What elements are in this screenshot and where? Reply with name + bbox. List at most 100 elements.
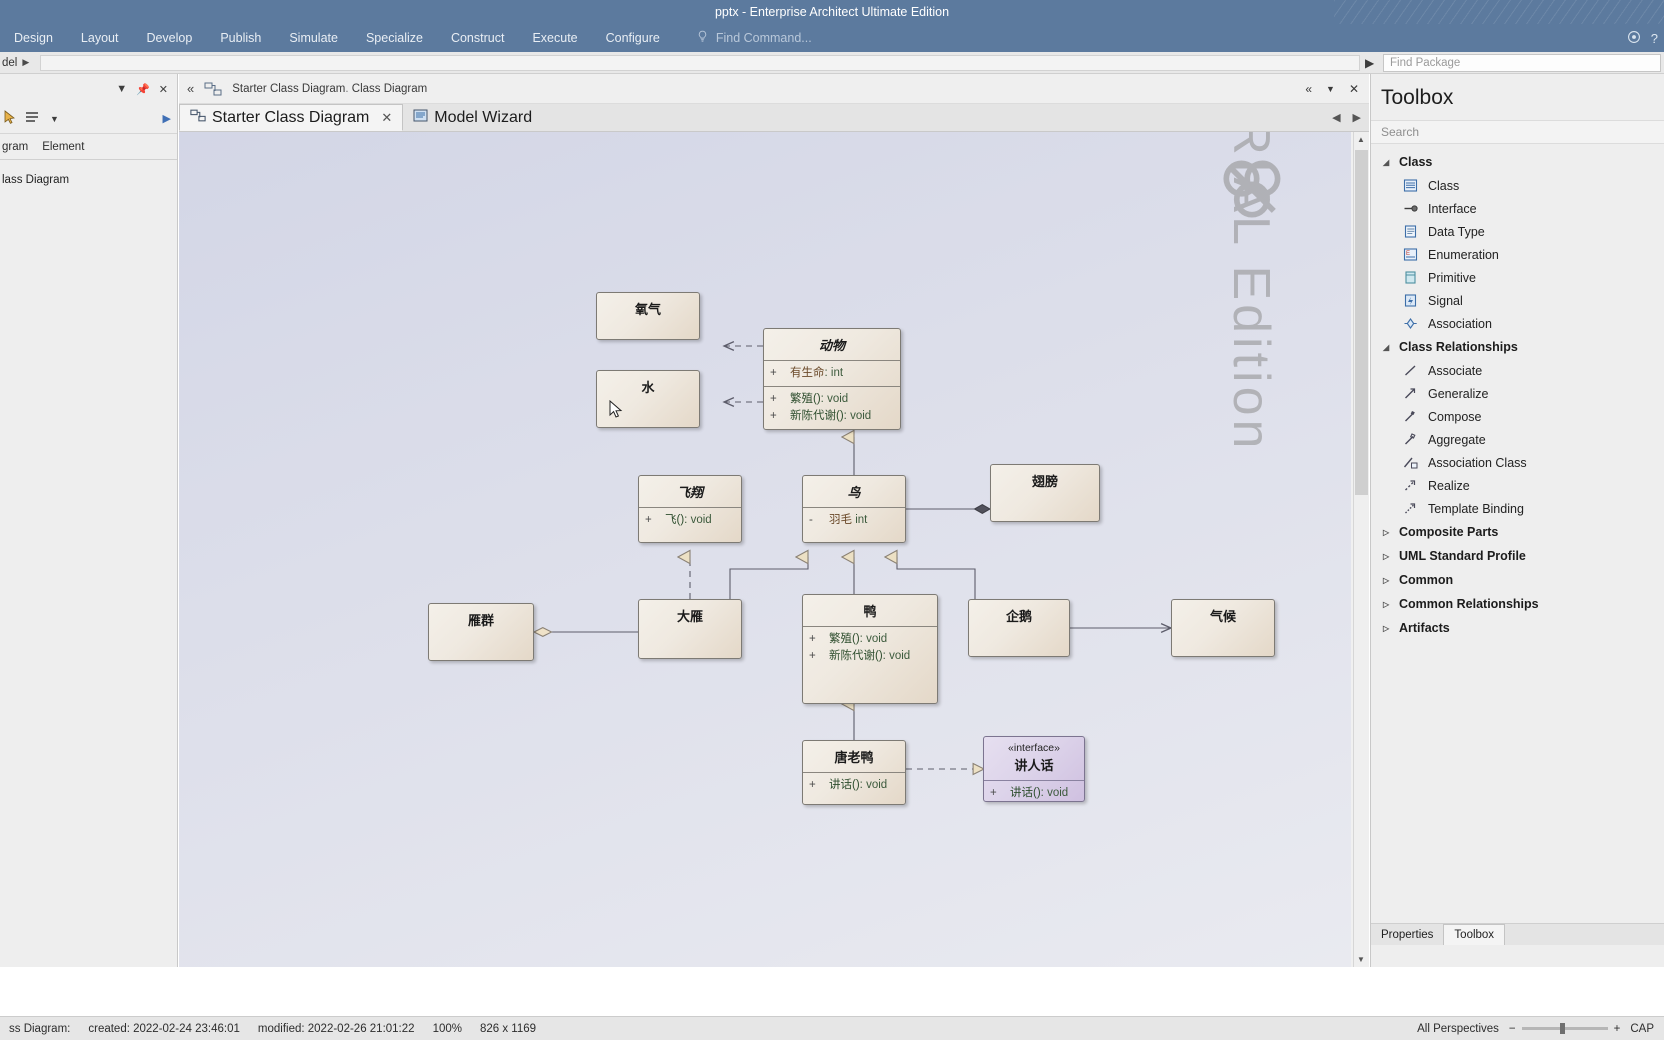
triangle-down-icon: ◢ [1383, 342, 1390, 352]
uml-class-企鹅[interactable]: 企鹅 [968, 599, 1070, 657]
canvas-vertical-scrollbar[interactable]: ▲ ▼ [1353, 132, 1369, 967]
play-right-icon[interactable]: ▶ [163, 112, 177, 125]
chevron-down-icon[interactable]: ▼ [50, 114, 59, 124]
uml-class-鸭[interactable]: 鸭 + 繁殖(): void + 新陈代谢(): void [802, 594, 938, 704]
toolbox-group-artifacts[interactable]: ▷ Artifacts [1371, 616, 1664, 640]
strip-trackbar[interactable] [40, 55, 1360, 71]
ribbon-item-publish[interactable]: Publish [206, 24, 275, 52]
play-icon[interactable]: ▶ [1365, 56, 1374, 70]
toolbox-item-primitive[interactable]: Primitive [1371, 266, 1664, 289]
help-icon[interactable]: ? [1651, 31, 1658, 46]
model-path-text: del [2, 56, 18, 69]
chevron-double-left-icon[interactable]: « [179, 81, 204, 96]
eye-icon[interactable] [1627, 30, 1641, 47]
ribbon-item-layout[interactable]: Layout [67, 24, 133, 52]
uml-class-动物[interactable]: 动物 + 有生命: int + 繁殖(): void + 新陈代谢(): voi… [763, 328, 901, 430]
toolbox-search-input[interactable]: Search [1371, 120, 1664, 144]
uml-class-翅膀[interactable]: 翅膀 [990, 464, 1100, 522]
uml-class-氧气[interactable]: 氧气 [596, 292, 700, 340]
uml-class-大雁[interactable]: 大雁 [638, 599, 742, 659]
wizard-icon [413, 109, 428, 127]
triangle-down-icon: ◢ [1383, 157, 1390, 167]
find-command-box[interactable]: Find Command... [696, 30, 812, 46]
ribbon-item-simulate[interactable]: Simulate [275, 24, 352, 52]
ribbon-right-controls: ? [1627, 24, 1658, 52]
ribbon-item-construct[interactable]: Construct [437, 24, 519, 52]
chevron-left-icon[interactable]: ◀ [1332, 111, 1340, 124]
find-package-input[interactable]: Find Package [1383, 54, 1661, 72]
uml-class-唐老鸭[interactable]: 唐老鸭 + 讲话(): void [802, 740, 906, 805]
zoom-slider-knob[interactable] [1559, 1023, 1565, 1034]
caret-up-icon[interactable]: ▲ [1357, 135, 1365, 144]
class-name: 鸟 [847, 485, 861, 500]
close-icon[interactable]: ✕ [381, 110, 392, 126]
ribbon-item-design[interactable]: Design [0, 24, 67, 52]
toolbox-item-association[interactable]: Association [1371, 312, 1664, 335]
breadcrumb-diagram-name[interactable]: Starter Class Diagram [232, 83, 345, 95]
uml-class-气候[interactable]: 气候 [1171, 599, 1275, 657]
toolbox-group-class[interactable]: ◢ Class [1371, 150, 1664, 174]
ribbon-item-configure[interactable]: Configure [592, 24, 674, 52]
browser-tab-element[interactable]: Element [42, 141, 84, 153]
cursor-icon[interactable] [4, 110, 16, 127]
operation-type: void [866, 633, 888, 645]
toolbox-item-compose[interactable]: Compose [1371, 405, 1664, 428]
minus-icon[interactable]: − [1509, 1023, 1516, 1035]
visibility: + [809, 633, 816, 645]
uml-class-雁群[interactable]: 雁群 [428, 603, 534, 661]
tab-model-wizard[interactable]: Model Wizard [403, 104, 542, 131]
diagram-panel-titlebar: « Starter Class Diagram. Class Diagram «… [179, 74, 1369, 104]
close-icon[interactable]: ✕ [1349, 82, 1359, 96]
hamburger-menu-icon[interactable] [25, 111, 41, 126]
diagram-canvas[interactable]: TRIAL Edition 氧气 水 动物 + 有生命: int + 繁殖():… [179, 132, 1351, 967]
toolbox-item-generalize[interactable]: Generalize [1371, 382, 1664, 405]
toolbox-group-common-relationships[interactable]: ▷ Common Relationships [1371, 592, 1664, 616]
toolbox-item-enumeration[interactable]: E Enumeration [1371, 243, 1664, 266]
toolbox-item-associate[interactable]: Associate [1371, 359, 1664, 382]
browser-tab-diagram[interactable]: gram [2, 141, 28, 153]
zoom-slider-track[interactable] [1521, 1023, 1608, 1034]
uml-interface-讲人话[interactable]: «interface» 讲人话 + 讲话(): void [983, 736, 1085, 802]
chevron-down-icon[interactable]: ▼ [116, 83, 127, 95]
toolbox-item-aggregate[interactable]: Aggregate [1371, 428, 1664, 451]
toolbox-item-realize[interactable]: Realize [1371, 474, 1664, 497]
operation-name: 讲话() [1010, 787, 1041, 799]
toolbox-item-class[interactable]: Class [1371, 174, 1664, 197]
plus-icon[interactable]: + [1614, 1023, 1621, 1035]
chevron-double-left-icon[interactable]: « [1305, 82, 1312, 96]
breadcrumb-diagram-type: Class Diagram [351, 82, 428, 95]
toolbox-group-uml-standard-profile[interactable]: ▷ UML Standard Profile [1371, 544, 1664, 568]
footer-tab-properties[interactable]: Properties [1371, 924, 1443, 945]
uml-class-飞翔[interactable]: 飞翔 + 飞(): void [638, 475, 742, 543]
class-operations: + 繁殖(): void + 新陈代谢(): void [764, 386, 900, 429]
ribbon-item-develop[interactable]: Develop [132, 24, 206, 52]
browser-tree-item-class-diagram[interactable]: lass Diagram [2, 174, 177, 186]
tab-starter-class-diagram[interactable]: Starter Class Diagram ✕ [179, 104, 404, 131]
attribute-name: 羽毛 [829, 514, 852, 526]
class-name: 企鹅 [1005, 609, 1032, 624]
chevron-right-icon[interactable]: ▶ [1353, 111, 1361, 124]
pin-icon[interactable]: 📌 [136, 83, 150, 96]
ribbon-item-execute[interactable]: Execute [518, 24, 591, 52]
toolbox-item-signal[interactable]: Signal [1371, 289, 1664, 312]
triangle-right-icon: ▷ [1383, 575, 1390, 585]
ribbon-item-specialize[interactable]: Specialize [352, 24, 437, 52]
toolbox-group-composite-parts[interactable]: ▷ Composite Parts [1371, 520, 1664, 544]
toolbox-group-class-relationships[interactable]: ◢ Class Relationships [1371, 335, 1664, 359]
item-label: Primitive [1428, 270, 1476, 285]
caret-down-icon[interactable]: ▼ [1357, 955, 1365, 964]
footer-tab-toolbox[interactable]: Toolbox [1443, 924, 1506, 945]
close-icon[interactable]: ✕ [159, 83, 168, 96]
status-perspective[interactable]: All Perspectives [1417, 1023, 1499, 1035]
status-caps-indicator: CAP [1630, 1022, 1654, 1035]
toolbox-item-association-class[interactable]: Association Class [1371, 451, 1664, 474]
toolbox-item-template-binding[interactable]: Template Binding [1371, 497, 1664, 520]
uml-class-鸟[interactable]: 鸟 - 羽毛 int [802, 475, 906, 543]
toolbox-item-data-type[interactable]: Data Type [1371, 220, 1664, 243]
scrollbar-thumb[interactable] [1355, 150, 1368, 495]
chevron-down-icon[interactable]: ▼ [1326, 84, 1335, 94]
zoom-slider[interactable]: − + [1509, 1023, 1620, 1035]
interface-icon [1403, 201, 1418, 216]
toolbox-item-interface[interactable]: Interface [1371, 197, 1664, 220]
toolbox-group-common[interactable]: ▷ Common [1371, 568, 1664, 592]
